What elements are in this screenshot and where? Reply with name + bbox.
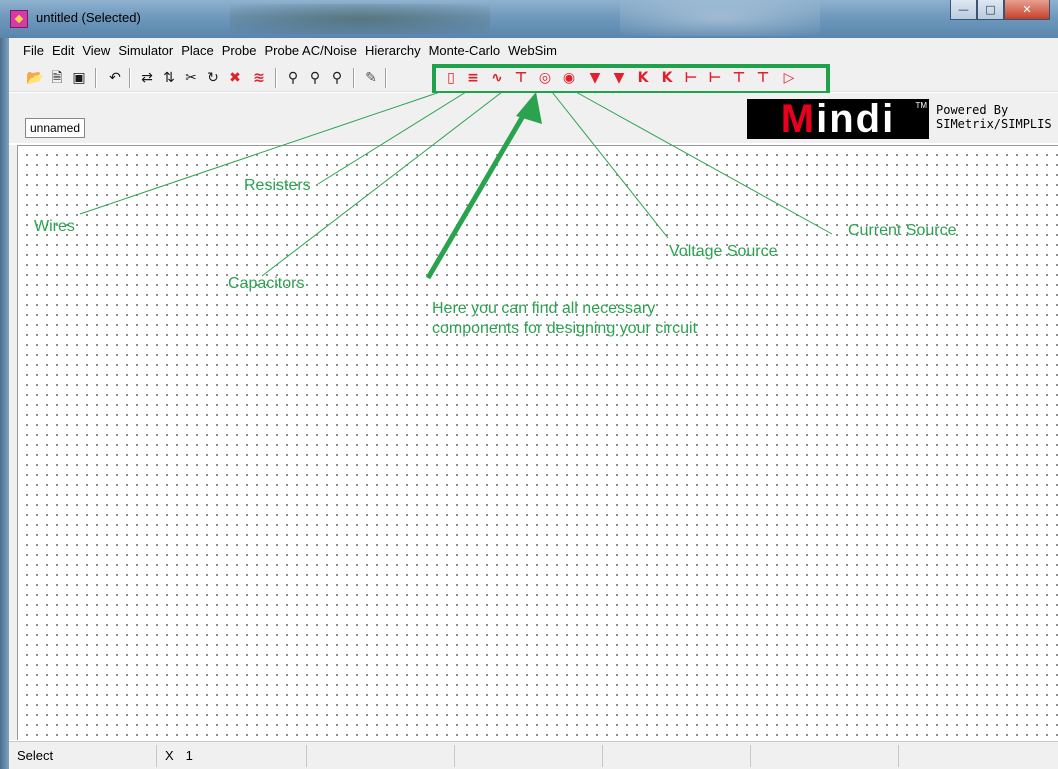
mindi-logo: Mindi TM [747,99,929,139]
menu-probe[interactable]: Probe [218,43,261,58]
toolbar-separator [385,68,387,88]
menu-bar: File Edit View Simulator Place Probe Pro… [9,38,1058,62]
toolbar-separator [275,68,277,88]
current-source-label: Current Source [848,222,957,239]
powered-by-line2: SIMetrix/SIMPLIS [936,117,1052,131]
pencil-icon[interactable]: ✎ [361,68,381,88]
status-mode: Select [9,744,157,767]
status-bar: Select X 1 [9,741,1058,769]
status-cell [307,744,455,767]
title-bar: untitled (Selected) — □ ✕ [0,0,1058,38]
menu-websim[interactable]: WebSim [504,43,561,58]
delete-wires-icon[interactable]: ≋ [249,68,269,88]
cut-icon[interactable]: ✂ [181,68,201,88]
powered-by-text: Powered By SIMetrix/SIMPLIS [936,103,1052,131]
components-highlight-box [432,64,830,95]
status-cell [899,745,1049,767]
menu-monte-carlo[interactable]: Monte-Carlo [425,43,505,58]
hint-line-2: components for designing your circuit [432,320,698,337]
zoom-out-icon[interactable]: ⚲ [305,68,325,88]
tabs-row: unnamed Mindi TM Powered By SIMetrix/SIM… [9,93,1058,143]
new-icon[interactable]: 🗎 [47,68,67,88]
minimize-icon[interactable]: — [950,0,977,20]
status-cell [455,744,603,767]
menu-probe-ac-noise[interactable]: Probe AC/Noise [260,43,361,58]
wires-label: Wires [34,218,75,235]
titlebar-glow [620,0,820,36]
rotate-icon[interactable]: ↻ [203,68,223,88]
capacitors-label: Capacitors [228,275,305,292]
status-coordinates: X 1 [157,744,307,767]
maximize-icon[interactable]: □ [977,0,1004,20]
menu-view[interactable]: View [78,43,114,58]
open-icon[interactable]: 📂 [25,68,45,88]
powered-by-line1: Powered By [936,103,1009,117]
toolbar-separator [129,68,131,88]
resisters-label: Resisters [244,177,311,194]
flip-icon[interactable]: ⇅ [159,68,179,88]
menu-edit[interactable]: Edit [48,43,78,58]
menu-hierarchy[interactable]: Hierarchy [361,43,425,58]
document-tab[interactable]: unnamed [25,118,85,138]
logo-trademark: TM [915,101,927,110]
app-icon[interactable] [10,10,28,28]
menu-place[interactable]: Place [177,43,218,58]
titlebar-background [230,4,490,34]
toolbar-separator [353,68,355,88]
zoom-in-icon[interactable]: ⚲ [327,68,347,88]
undo-icon[interactable]: ↶ [105,68,125,88]
menu-file[interactable]: File [19,43,48,58]
menu-simulator[interactable]: Simulator [114,43,177,58]
close-icon[interactable]: ✕ [1004,0,1050,20]
status-x-value: 1 [185,748,193,763]
canvas-left-edge [9,145,17,740]
mirror-icon[interactable]: ⇄ [137,68,157,88]
logo-text: Mindi [780,97,896,141]
window-controls: — □ ✕ [950,0,1050,20]
status-cell [751,744,899,767]
save-icon[interactable]: ▣ [69,68,89,88]
delete-icon[interactable]: ✖ [225,68,245,88]
toolbar-separator [95,68,97,88]
zoom-fit-icon[interactable]: ⚲ [283,68,303,88]
window-frame-left [0,38,9,769]
status-cell [603,744,751,767]
status-x-label: X [165,748,174,763]
hint-line-1: Here you can find all necessary [432,300,656,317]
window-title: untitled (Selected) [36,10,141,25]
voltage-source-label: Voltage Source [669,243,778,260]
